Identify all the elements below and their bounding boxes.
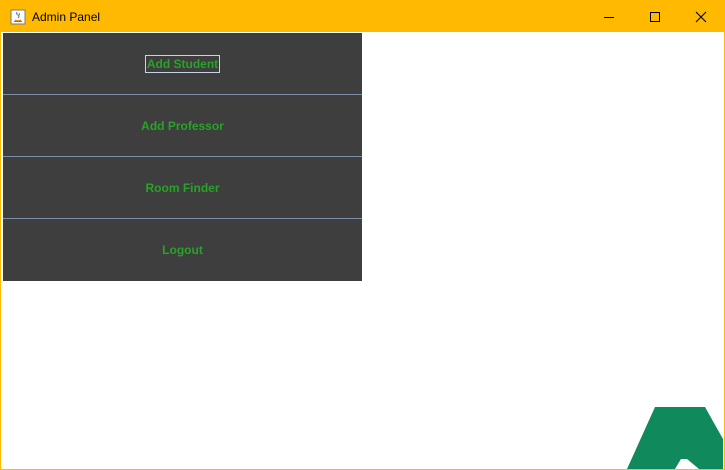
window-title: Admin Panel (32, 9, 101, 24)
title-bar[interactable]: Admin Panel (1, 1, 724, 32)
close-icon (695, 11, 707, 22)
logout-label: Logout (162, 243, 203, 257)
minimize-button[interactable] (586, 1, 632, 32)
logo-icon (627, 407, 723, 469)
content-area: Add Student Add Professor Room Finder Lo… (3, 33, 723, 469)
admin-panel-window: Admin Panel Add Student Add Professor Ro… (0, 0, 725, 470)
add-professor-label: Add Professor (141, 118, 224, 133)
logout-button[interactable]: Logout (3, 219, 362, 281)
room-finder-button[interactable]: Room Finder (3, 157, 362, 219)
add-student-button[interactable]: Add Student (3, 33, 362, 95)
add-student-label: Add Student (144, 54, 221, 73)
close-button[interactable] (678, 1, 724, 32)
maximize-icon (650, 11, 660, 22)
room-finder-label: Room Finder (145, 180, 220, 195)
window-controls (586, 1, 724, 32)
java-app-icon (10, 9, 26, 25)
maximize-button[interactable] (632, 1, 678, 32)
add-professor-button[interactable]: Add Professor (3, 95, 362, 157)
minimize-icon (604, 16, 614, 18)
menu-panel: Add Student Add Professor Room Finder Lo… (3, 33, 362, 281)
